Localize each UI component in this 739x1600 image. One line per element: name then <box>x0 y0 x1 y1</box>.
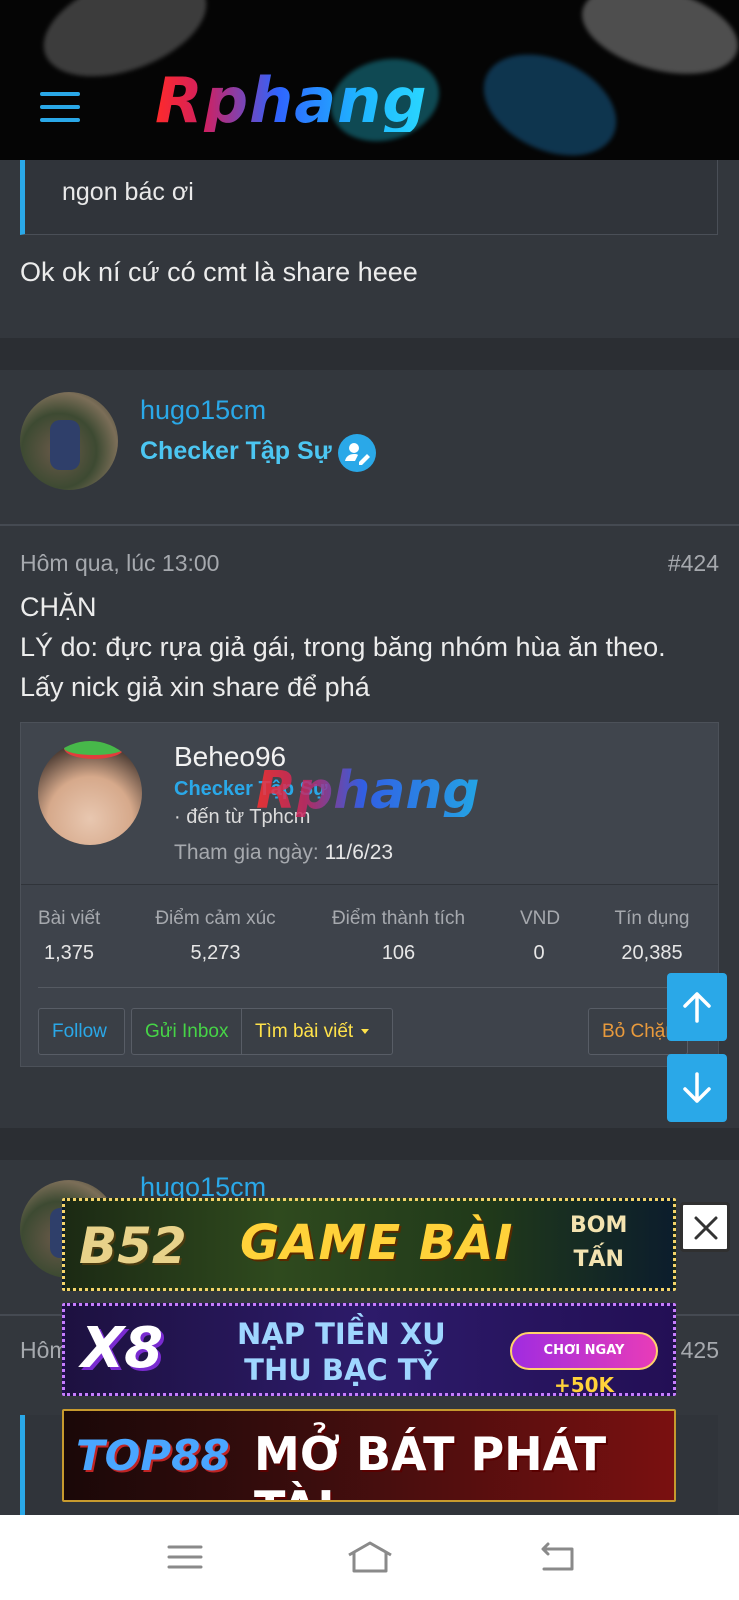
hamburger-icon[interactable] <box>40 92 80 122</box>
post-card: hugo15cm Checker Tập Sự Hôm qua, lúc 13:… <box>0 370 739 1128</box>
ad-brand: TOP88 <box>76 1431 230 1480</box>
back-icon[interactable] <box>538 1537 578 1577</box>
ad-line: THU BẠC TỶ <box>244 1353 439 1387</box>
post-number[interactable]: 425 <box>681 1337 719 1364</box>
scroll-bottom-button[interactable] <box>667 1054 727 1122</box>
ad-banner-x8[interactable]: X8 NẠP TIỀN XU THU BẠC TỶ CHƠI NGAY +50K <box>62 1303 676 1396</box>
stat-label: Bài viết <box>38 908 101 929</box>
avatar[interactable] <box>20 392 118 490</box>
ad-brand: X8 <box>81 1316 164 1381</box>
stat-value: 20,385 <box>621 942 683 964</box>
ad-pill-bonus: +50K <box>553 1373 615 1396</box>
profile-join: Tham gia ngày: 11/6/23 <box>174 841 393 865</box>
site-header: Rphang <box>0 0 739 160</box>
header-scratch-decoration <box>467 34 633 160</box>
post-message: Ok ok ní cứ có cmt là share heee <box>20 257 418 287</box>
quote-block: ngon bác ơi <box>20 160 718 235</box>
profile-card-header: Beheo96 Checker Tập Sự · đến từ Tphcm Th… <box>21 723 718 885</box>
recent-apps-icon[interactable] <box>165 1537 205 1577</box>
home-icon[interactable] <box>345 1537 395 1577</box>
stat-value: 5,273 <box>190 942 241 964</box>
post-line-1: CHẶN <box>20 592 97 622</box>
stat-reactions: Điểm cảm xúc 5,273 <box>153 908 278 965</box>
post-number[interactable]: #424 <box>668 550 719 577</box>
ad-side-text: BOM TẤN <box>570 1209 627 1277</box>
find-posts-button: Tìm bài viết <box>241 1008 393 1055</box>
ad-brand: B52 <box>79 1217 187 1275</box>
post-line-3: Lấy nick giả xin share để phá <box>20 672 370 702</box>
post-card-previous: ngon bác ơi Ok ok ní cứ có cmt là share … <box>0 160 739 338</box>
follow-button: Follow <box>38 1008 125 1055</box>
arrow-up-icon <box>683 992 711 1023</box>
ad-headline: NẠP TIỀN XU THU BẠC TỶ <box>237 1316 446 1388</box>
ad-side-line: TẤN <box>573 1247 624 1272</box>
system-navigation-bar <box>0 1515 739 1600</box>
ad-play-now-badge: CHƠI NGAY +50K <box>510 1332 658 1393</box>
ad-close-button[interactable] <box>680 1202 730 1252</box>
ad-banner-b52[interactable]: B52 GAME BÀI BOM TẤN <box>62 1198 676 1291</box>
profile-avatar <box>38 741 142 845</box>
ad-headline: MỞ BÁT PHÁT TÀI <box>254 1427 607 1500</box>
ad-side-line: BOM <box>570 1213 628 1238</box>
ad-pill-label: CHƠI NGAY <box>543 1343 625 1358</box>
ad-banner-top88[interactable]: TOP88 MỞ BÁT PHÁT TÀI <box>62 1409 676 1502</box>
user-edit-icon <box>338 434 376 472</box>
stat-credit: Tín dụng 20,385 <box>613 908 691 965</box>
stat-label: Tín dụng <box>614 908 690 929</box>
caret-down-icon <box>361 1029 370 1035</box>
scroll-top-button[interactable] <box>667 973 727 1041</box>
header-scratch-decoration <box>572 0 739 90</box>
ad-headline: GAME BÀI <box>240 1215 514 1271</box>
site-logo[interactable]: Rphang <box>155 70 428 132</box>
stat-vnd: VND 0 <box>520 908 561 965</box>
stat-value: 106 <box>381 942 416 964</box>
arrow-down-icon <box>683 1072 711 1103</box>
ad-line: NẠP TIỀN XU <box>237 1317 446 1351</box>
user-role: Checker Tập Sự <box>140 437 332 465</box>
close-icon <box>694 1216 718 1240</box>
find-posts-label: Tìm bài viết <box>255 1021 354 1042</box>
profile-stats: Bài viết 1,375 Điểm cảm xúc 5,273 Điểm thà… <box>38 908 703 988</box>
stat-posts: Bài viết 1,375 <box>38 908 100 965</box>
profile-join-date: 11/6/23 <box>324 841 394 864</box>
stat-label: VND <box>520 908 561 929</box>
post-line-2: LÝ do: đực rựa giả gái, trong băng nhóm … <box>20 632 666 662</box>
quote-text: ngon bác ơi <box>62 178 194 206</box>
stat-value: 1,375 <box>43 942 95 964</box>
stat-label: Điểm thành tích <box>331 908 466 929</box>
stat-achievements: Điểm thành tích 106 <box>331 908 466 965</box>
stat-value: 0 <box>533 942 545 964</box>
profile-join-label: Tham gia ngày: <box>174 841 319 864</box>
stat-label: Điểm cảm xúc <box>155 908 276 929</box>
post-date[interactable]: Hôm qua, lúc 13:00 <box>20 550 219 577</box>
username-link[interactable]: hugo15cm <box>140 395 266 426</box>
watermark-logo: Rphang <box>256 761 480 821</box>
send-inbox-button: Gửi Inbox <box>131 1008 243 1055</box>
post-user-header: hugo15cm Checker Tập Sự <box>0 370 739 526</box>
profile-card-image: Beheo96 Checker Tập Sự · đến từ Tphcm Th… <box>20 722 719 1067</box>
